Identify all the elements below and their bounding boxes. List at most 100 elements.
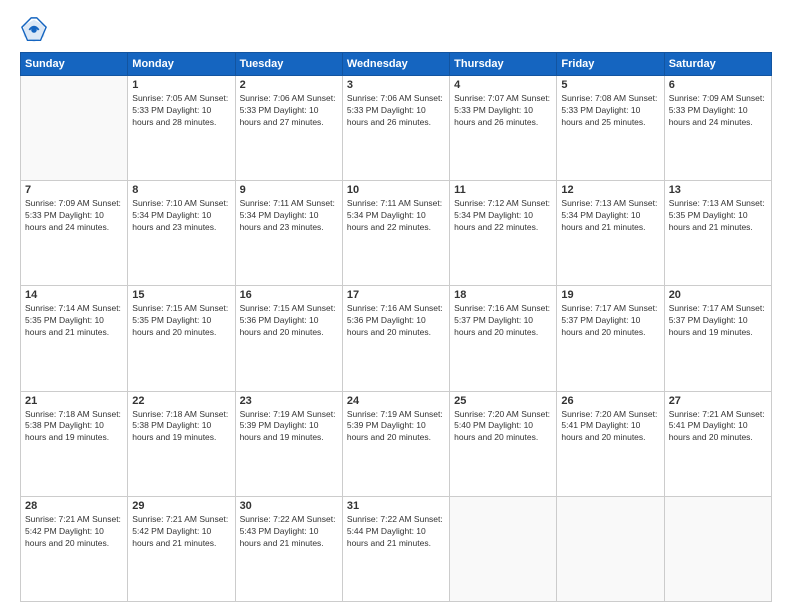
day-number: 22 [132, 395, 230, 407]
day-number: 8 [132, 184, 230, 196]
calendar-cell: 2 Sunrise: 7:06 AM Sunset: 5:33 PM Daylig… [235, 76, 342, 181]
day-info: Sunrise: 7:12 AM Sunset: 5:34 PM Dayligh… [454, 198, 552, 234]
calendar-table: SundayMondayTuesdayWednesdayThursdayFrid… [20, 52, 772, 602]
calendar-cell: 11Sunrise: 7:12 AM Sunset: 5:34 PM Dayli… [450, 181, 557, 286]
day-info: Sunrise: 7:20 AM Sunset: 5:41 PM Dayligh… [561, 409, 659, 445]
calendar-cell: 7 Sunrise: 7:09 AM Sunset: 5:33 PM Daylig… [21, 181, 128, 286]
logo-icon [20, 16, 48, 44]
day-number: 10 [347, 184, 445, 196]
day-info: Sunrise: 7:14 AM Sunset: 5:35 PM Dayligh… [25, 303, 123, 339]
day-info: Sunrise: 7:05 AM Sunset: 5:33 PM Dayligh… [132, 93, 230, 129]
day-number: 31 [347, 500, 445, 512]
calendar-cell: 6 Sunrise: 7:09 AM Sunset: 5:33 PM Daylig… [664, 76, 771, 181]
header [20, 16, 772, 44]
calendar-cell: 15Sunrise: 7:15 AM Sunset: 5:35 PM Dayli… [128, 286, 235, 391]
day-info: Sunrise: 7:06 AM Sunset: 5:33 PM Dayligh… [347, 93, 445, 129]
day-info: Sunrise: 7:21 AM Sunset: 5:41 PM Dayligh… [669, 409, 767, 445]
calendar-cell: 25 Sunrise: 7:20 AM Sunset: 5:40 PM Dayli… [450, 391, 557, 496]
day-number: 29 [132, 500, 230, 512]
day-number: 14 [25, 289, 123, 301]
week-row-3: 21Sunrise: 7:18 AM Sunset: 5:38 PM Dayli… [21, 391, 772, 496]
day-info: Sunrise: 7:10 AM Sunset: 5:34 PM Dayligh… [132, 198, 230, 234]
day-info: Sunrise: 7:11 AM Sunset: 5:34 PM Dayligh… [240, 198, 338, 234]
day-info: Sunrise: 7:11 AM Sunset: 5:34 PM Dayligh… [347, 198, 445, 234]
calendar-cell: 23 Sunrise: 7:19 AM Sunset: 5:39 PM Dayli… [235, 391, 342, 496]
day-info: Sunrise: 7:09 AM Sunset: 5:33 PM Dayligh… [25, 198, 123, 234]
day-number: 3 [347, 79, 445, 91]
calendar-cell [664, 496, 771, 601]
day-info: Sunrise: 7:09 AM Sunset: 5:33 PM Dayligh… [669, 93, 767, 129]
calendar-cell: 16 Sunrise: 7:15 AM Sunset: 5:36 PM Dayli… [235, 286, 342, 391]
calendar-cell: 27Sunrise: 7:21 AM Sunset: 5:41 PM Dayli… [664, 391, 771, 496]
day-info: Sunrise: 7:08 AM Sunset: 5:33 PM Dayligh… [561, 93, 659, 129]
day-info: Sunrise: 7:07 AM Sunset: 5:33 PM Dayligh… [454, 93, 552, 129]
calendar-cell: 13Sunrise: 7:13 AM Sunset: 5:35 PM Dayli… [664, 181, 771, 286]
calendar-cell: 30 Sunrise: 7:22 AM Sunset: 5:43 PM Dayli… [235, 496, 342, 601]
day-info: Sunrise: 7:18 AM Sunset: 5:38 PM Dayligh… [25, 409, 123, 445]
day-info: Sunrise: 7:19 AM Sunset: 5:39 PM Dayligh… [240, 409, 338, 445]
calendar-cell [450, 496, 557, 601]
day-number: 30 [240, 500, 338, 512]
calendar-cell: 28 Sunrise: 7:21 AM Sunset: 5:42 PM Dayli… [21, 496, 128, 601]
day-number: 4 [454, 79, 552, 91]
day-info: Sunrise: 7:15 AM Sunset: 5:35 PM Dayligh… [132, 303, 230, 339]
calendar-cell: 19Sunrise: 7:17 AM Sunset: 5:37 PM Dayli… [557, 286, 664, 391]
day-info: Sunrise: 7:21 AM Sunset: 5:42 PM Dayligh… [132, 514, 230, 550]
week-row-2: 14 Sunrise: 7:14 AM Sunset: 5:35 PM Dayli… [21, 286, 772, 391]
calendar-cell: 8 Sunrise: 7:10 AM Sunset: 5:34 PM Daylig… [128, 181, 235, 286]
day-number: 18 [454, 289, 552, 301]
calendar-cell: 9 Sunrise: 7:11 AM Sunset: 5:34 PM Daylig… [235, 181, 342, 286]
calendar-cell: 1 Sunrise: 7:05 AM Sunset: 5:33 PM Daylig… [128, 76, 235, 181]
day-header-friday: Friday [557, 53, 664, 76]
day-info: Sunrise: 7:20 AM Sunset: 5:40 PM Dayligh… [454, 409, 552, 445]
calendar-cell: 26 Sunrise: 7:20 AM Sunset: 5:41 PM Dayli… [557, 391, 664, 496]
calendar-cell [21, 76, 128, 181]
calendar-body: 1 Sunrise: 7:05 AM Sunset: 5:33 PM Daylig… [21, 76, 772, 602]
calendar-cell: 10 Sunrise: 7:11 AM Sunset: 5:34 PM Dayli… [342, 181, 449, 286]
day-info: Sunrise: 7:06 AM Sunset: 5:33 PM Dayligh… [240, 93, 338, 129]
day-headers-row: SundayMondayTuesdayWednesdayThursdayFrid… [21, 53, 772, 76]
day-number: 7 [25, 184, 123, 196]
day-number: 1 [132, 79, 230, 91]
calendar-cell: 21Sunrise: 7:18 AM Sunset: 5:38 PM Dayli… [21, 391, 128, 496]
day-number: 17 [347, 289, 445, 301]
day-number: 2 [240, 79, 338, 91]
week-row-1: 7 Sunrise: 7:09 AM Sunset: 5:33 PM Daylig… [21, 181, 772, 286]
week-row-0: 1 Sunrise: 7:05 AM Sunset: 5:33 PM Daylig… [21, 76, 772, 181]
day-header-tuesday: Tuesday [235, 53, 342, 76]
day-number: 5 [561, 79, 659, 91]
day-number: 26 [561, 395, 659, 407]
day-number: 9 [240, 184, 338, 196]
day-number: 23 [240, 395, 338, 407]
day-info: Sunrise: 7:15 AM Sunset: 5:36 PM Dayligh… [240, 303, 338, 339]
day-header-wednesday: Wednesday [342, 53, 449, 76]
day-header-saturday: Saturday [664, 53, 771, 76]
calendar-cell: 24 Sunrise: 7:19 AM Sunset: 5:39 PM Dayli… [342, 391, 449, 496]
day-number: 20 [669, 289, 767, 301]
day-info: Sunrise: 7:22 AM Sunset: 5:44 PM Dayligh… [347, 514, 445, 550]
page: SundayMondayTuesdayWednesdayThursdayFrid… [0, 0, 792, 612]
day-number: 16 [240, 289, 338, 301]
calendar-cell: 29 Sunrise: 7:21 AM Sunset: 5:42 PM Dayli… [128, 496, 235, 601]
day-info: Sunrise: 7:22 AM Sunset: 5:43 PM Dayligh… [240, 514, 338, 550]
week-row-4: 28 Sunrise: 7:21 AM Sunset: 5:42 PM Dayli… [21, 496, 772, 601]
day-info: Sunrise: 7:17 AM Sunset: 5:37 PM Dayligh… [561, 303, 659, 339]
day-info: Sunrise: 7:19 AM Sunset: 5:39 PM Dayligh… [347, 409, 445, 445]
calendar-cell: 18 Sunrise: 7:16 AM Sunset: 5:37 PM Dayli… [450, 286, 557, 391]
calendar-header: SundayMondayTuesdayWednesdayThursdayFrid… [21, 53, 772, 76]
day-info: Sunrise: 7:18 AM Sunset: 5:38 PM Dayligh… [132, 409, 230, 445]
day-info: Sunrise: 7:16 AM Sunset: 5:37 PM Dayligh… [454, 303, 552, 339]
day-header-thursday: Thursday [450, 53, 557, 76]
day-info: Sunrise: 7:17 AM Sunset: 5:37 PM Dayligh… [669, 303, 767, 339]
day-number: 6 [669, 79, 767, 91]
day-number: 28 [25, 500, 123, 512]
calendar-cell: 5 Sunrise: 7:08 AM Sunset: 5:33 PM Daylig… [557, 76, 664, 181]
day-number: 25 [454, 395, 552, 407]
day-number: 24 [347, 395, 445, 407]
calendar-cell: 14 Sunrise: 7:14 AM Sunset: 5:35 PM Dayli… [21, 286, 128, 391]
calendar-cell: 4 Sunrise: 7:07 AM Sunset: 5:33 PM Daylig… [450, 76, 557, 181]
day-info: Sunrise: 7:21 AM Sunset: 5:42 PM Dayligh… [25, 514, 123, 550]
day-info: Sunrise: 7:16 AM Sunset: 5:36 PM Dayligh… [347, 303, 445, 339]
day-number: 12 [561, 184, 659, 196]
calendar-cell: 22 Sunrise: 7:18 AM Sunset: 5:38 PM Dayli… [128, 391, 235, 496]
